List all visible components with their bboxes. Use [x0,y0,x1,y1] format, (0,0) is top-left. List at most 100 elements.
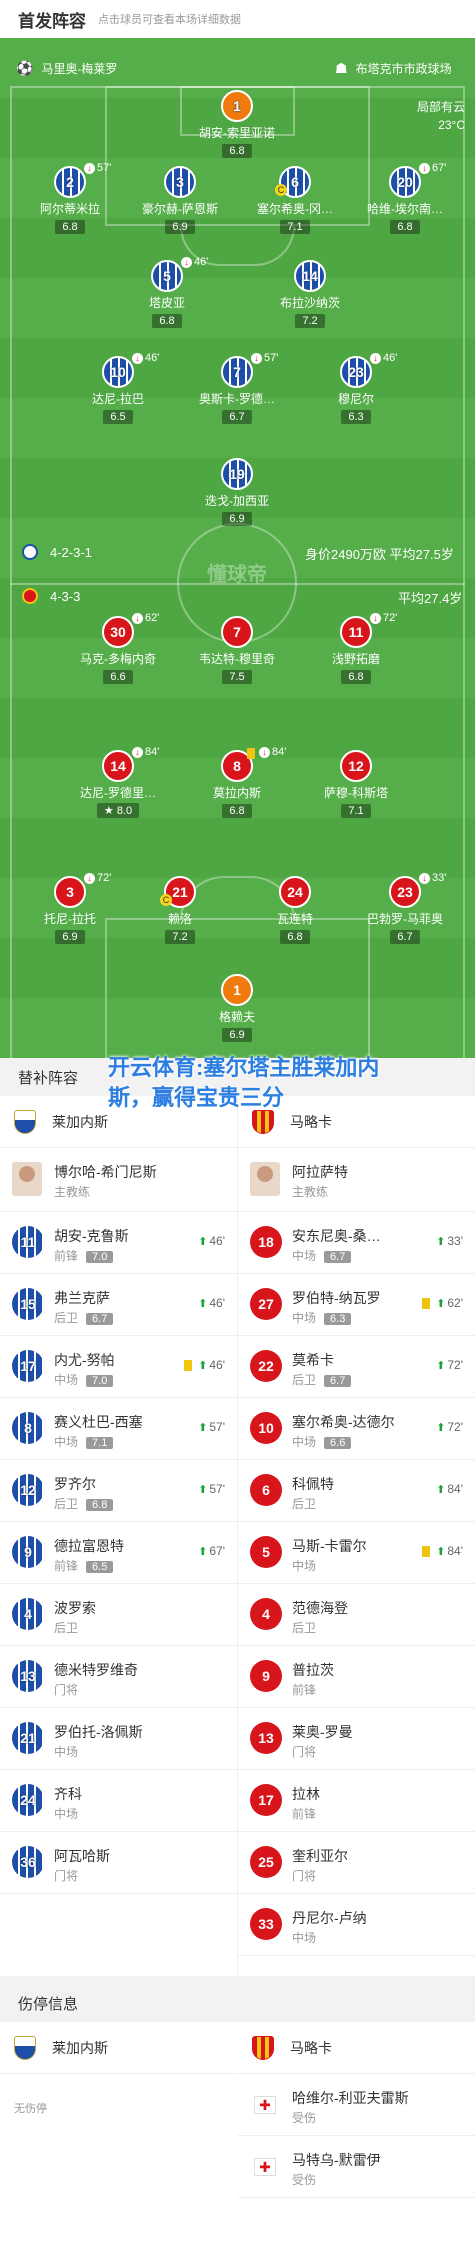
sub-player-row[interactable]: 9 普拉茨 前锋 [238,1646,475,1708]
sub-player-row[interactable]: 4 波罗索 后卫 [0,1584,237,1646]
injured-player[interactable]: ✚ 哈维尔-利亚夫雷斯 受伤 [238,2074,475,2136]
player-home[interactable]: 6 C 塞尔希奥-冈… 7.1 [245,166,345,235]
sub-on-marker: ⬆ 67' [198,1544,225,1558]
player-home[interactable]: 10 达尼-拉巴 6.5 ↓ 46' [68,352,168,425]
mallorca-crest-icon [252,1109,274,1134]
sub-player-row[interactable]: 21 罗伯托-洛佩斯 中场 [0,1708,237,1770]
player-position: 后卫 [292,1497,317,1511]
sub-player-row[interactable]: 24 齐科 中场 [0,1770,237,1832]
home-team-header: 莱加内斯 [0,2022,237,2074]
sub-player-row[interactable]: 13 德米特罗维奇 门将 [0,1646,237,1708]
player-away[interactable]: 23 巴勃罗-马菲奥 6.7 ↓ 33' [355,872,455,945]
shirt-number: 10 [250,1412,282,1444]
player-home[interactable]: 20 哈维-埃尔南… 6.8 ↓ 67' [355,162,455,235]
player-home[interactable]: 14 布拉沙纳茨 7.2 [260,260,360,329]
injury-panel: 莱加内斯 无伤停 马略卡 ✚ 哈维尔-利亚夫雷斯 受伤 ✚ 马特乌-默雷伊 受伤 [0,2022,475,2255]
sub-off-marker: ↓ 57' [251,352,278,364]
player-home-gk[interactable]: 1 胡安-索里亚诺 6.8 [187,90,287,159]
player-rating: 7.1 [341,804,371,818]
player-home[interactable]: 23 穆尼尔 6.3 ↓ 46' [306,352,406,425]
home-coach[interactable]: 博尔哈-希门尼斯 主教练 [0,1148,237,1212]
player-name: 德拉富恩特 [54,1538,124,1554]
player-name: 赖洛 [167,912,192,926]
player-name: 马特乌-默雷伊 [292,2152,381,2168]
sub-player-row[interactable]: 36 阿瓦哈斯 门将 [0,1832,237,1894]
player-home[interactable]: 5 塔皮亚 6.8 ↓ 46' [117,256,217,329]
player-rating: 6.7 [324,1375,352,1387]
sub-player-row[interactable]: 18 安东尼奥-桑… 中场 6.7 ⬆ 33' [238,1212,475,1274]
shirt-number: 5 [151,260,183,292]
sub-on-marker: ⬆ 57' [198,1482,225,1496]
home-crest-icon [22,544,38,560]
player-rating: 7.0 [86,1251,114,1263]
player-home[interactable]: 3 豪尔赫-萨恩斯 6.9 [130,166,230,235]
player-away[interactable]: 8 莫拉内斯 6.8 ↓ 84' [187,746,287,819]
sub-on-marker: ⬆ 72' [436,1358,463,1372]
sub-player-row[interactable]: 11 胡安-克鲁斯 前锋 7.0 ⬆ 46' [0,1212,237,1274]
player-name: 萨穆-科斯塔 [324,786,388,800]
player-away-gk[interactable]: 1 格赖夫 6.9 [187,974,287,1043]
sub-off-icon: ↓ [132,613,143,624]
player-rating: 6.7 [324,1251,352,1263]
player-home[interactable]: 2 阿尔蒂米拉 6.8 ↓ 57' [20,162,120,235]
sub-off-icon: ↓ [370,613,381,624]
sub-player-row[interactable]: 8 赛义杜巴-西塞 中场 7.1 ⬆ 57' [0,1398,237,1460]
player-rating: 6.3 [324,1313,352,1325]
player-rating: 7.2 [165,930,195,944]
shirt-number: 2 [54,166,86,198]
sub-player-row[interactable]: 13 莱奥-罗曼 门将 [238,1708,475,1770]
shirt-number: 18 [250,1226,282,1258]
lineup-header: 首发阵容 点击球员可查看本场详细数据 [0,0,475,38]
sub-player-row[interactable]: 33 丹尼尔-卢纳 中场 [238,1894,475,1956]
home-value: 身价2490万欧 平均27.5岁 [305,544,454,563]
player-away[interactable]: 14 达尼-罗德里… ★ 8.0 ↓ 84' [68,746,168,819]
page-title: 首发阵容 [18,11,86,31]
sub-player-row[interactable]: 10 塞尔希奥-达德尔 中场 6.6 ⬆ 72' [238,1398,475,1460]
player-away[interactable]: 30 马克-多梅内奇 6.6 ↓ 62' [68,612,168,685]
sub-player-row[interactable]: 6 科佩特 后卫 ⬆ 84' [238,1460,475,1522]
sub-player-row[interactable]: 15 弗兰克萨 后卫 6.7 ⬆ 46' [0,1274,237,1336]
sub-off-marker: ↓ 84' [132,746,159,758]
player-name: 齐科 [54,1786,82,1802]
sub-player-row[interactable]: 22 莫希卡 后卫 6.7 ⬆ 72' [238,1336,475,1398]
sub-on-marker: ⬆ 62' [422,1296,463,1310]
player-position: 中场 [54,1745,79,1759]
player-name: 马克-多梅内奇 [80,652,156,666]
player-home[interactable]: 19 迭戈-加西亚 6.9 [187,458,287,527]
player-away[interactable]: 11 浅野拓磨 6.8 ↓ 72' [306,612,406,685]
sub-player-row[interactable]: 5 马斯-卡雷尔 中场 ⬆ 84' [238,1522,475,1584]
player-away[interactable]: 3 托尼-拉托 6.9 ↓ 72' [20,872,120,945]
home-value-text: 身价2490万欧 平均27.5岁 [305,547,454,562]
player-away[interactable]: 7 韦达特-穆里奇 7.5 [187,616,287,685]
promo-banner[interactable]: 开云体育:塞尔塔主胜莱加内斯，赢得宝贵三分 [108,1053,383,1113]
sub-off-icon: ↓ [251,353,262,364]
player-away[interactable]: 21 C 赖洛 7.2 [130,876,230,945]
sub-off-icon: ↓ [84,873,95,884]
player-away[interactable]: 12 萨穆-科斯塔 7.1 [306,750,406,819]
home-injury-column: 莱加内斯 无伤停 [0,2022,237,2115]
no-injuries-text: 无伤停 [14,2103,47,2115]
player-name: 莫拉内斯 [212,786,261,800]
sub-off-icon: ↓ [370,353,381,364]
subs-panel: 莱加内斯 博尔哈-希门尼斯 主教练 11 胡安-克鲁斯 前锋 7.0 ⬆ 46' 15 弗兰克萨… [0,1096,475,1976]
player-home[interactable]: 7 奥斯卡-罗德… 6.7 ↓ 57' [187,352,287,425]
sub-player-row[interactable]: 9 德拉富恩特 前锋 6.5 ⬆ 67' [0,1522,237,1584]
sub-player-row[interactable]: 17 内尤-努帕 中场 7.0 ⬆ 46' [0,1336,237,1398]
sub-on-icon: ⬆ [436,1483,446,1496]
sub-player-row[interactable]: 4 范德海登 后卫 [238,1584,475,1646]
sub-player-row[interactable]: 12 罗齐尔 后卫 6.8 ⬆ 57' [0,1460,237,1522]
player-name: 达尼-拉巴 [92,392,144,406]
player-name: 莫希卡 [292,1352,334,1368]
away-coach[interactable]: 阿拉萨特 主教练 [238,1148,475,1212]
player-away[interactable]: 24 瓦连特 6.8 [245,876,345,945]
shirt-number: 11 [340,616,372,648]
sub-player-row[interactable]: 17 拉林 前锋 [238,1770,475,1832]
injured-player[interactable]: ✚ 马特乌-默雷伊 受伤 [238,2136,475,2198]
sub-player-row[interactable]: 27 罗伯特-纳瓦罗 中场 6.3 ⬆ 62' [238,1274,475,1336]
player-name: 达尼-罗德里… [80,786,156,800]
player-rating: 6.8 [222,144,252,158]
sub-player-row[interactable]: 25 奎利亚尔 门将 [238,1832,475,1894]
player-position: 中场 6.6 [292,1433,352,1450]
watermark: 懂球帝 [207,564,267,586]
player-name: 穆尼尔 [337,392,374,406]
